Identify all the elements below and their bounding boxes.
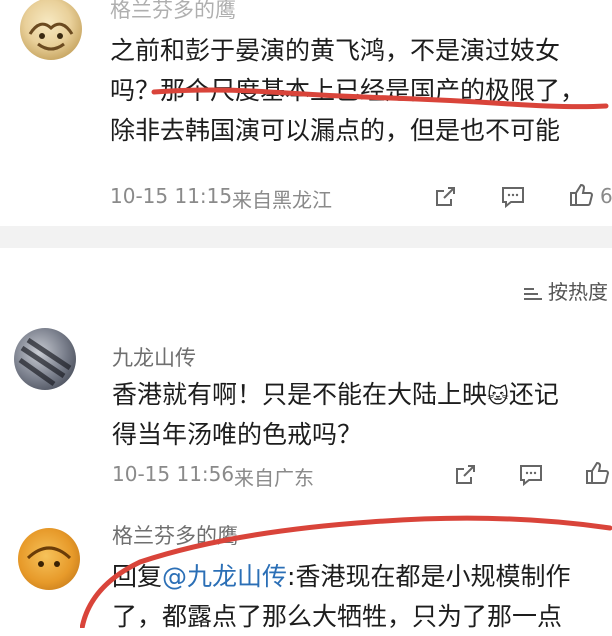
comment-text-line: 之前和彭于晏演的黄飞鸿，不是演过妓女 — [110, 36, 561, 65]
thumbs-up-icon[interactable] — [568, 182, 594, 208]
like-count: 6 — [600, 184, 612, 208]
section-divider — [0, 226, 612, 248]
comment-text-line: 回复@九龙山传:香港现在都是小规模制作 — [112, 558, 570, 596]
share-icon[interactable] — [432, 184, 458, 210]
avatar-art — [18, 337, 72, 387]
avatar[interactable] — [20, 0, 82, 60]
reply-prefix: 回复 — [112, 562, 163, 591]
sort-icon — [524, 287, 542, 300]
share-icon[interactable] — [452, 462, 478, 488]
mention-link[interactable]: @九龙山传 — [162, 562, 287, 591]
comment-text-segment: 还记 — [508, 380, 559, 409]
comment-location: 来自黑龙江 — [232, 188, 332, 212]
comment-text-line: 得当年汤唯的色戒吗？ — [112, 420, 363, 449]
comment-username[interactable]: 九龙山传 — [112, 342, 196, 372]
sort-label: 按热度 — [548, 280, 608, 304]
comment-icon[interactable] — [500, 184, 526, 210]
comment-time: 10-15 11:56 — [112, 462, 235, 486]
avatar-art — [26, 546, 72, 567]
comment-username[interactable]: 格兰芬多的鹰 — [110, 0, 236, 24]
sort-toggle[interactable]: 按热度 — [522, 276, 608, 305]
avatar[interactable] — [18, 528, 80, 590]
avatar-art — [28, 22, 74, 51]
comment-item: 九龙山传 香港就有啊！只是不能在大陆上映🐱还记 得当年汤唯的色戒吗？ 10-15… — [0, 320, 612, 500]
comment-username[interactable]: 格兰芬多的鹰 — [112, 520, 238, 550]
comment-text-line: 除非去韩国演可以漏点的，但是也不可能 — [110, 116, 561, 145]
comment-text-segment: 香港就有啊！只是不能在大陆上映 — [112, 380, 488, 409]
thumbs-up-icon[interactable] — [584, 460, 610, 486]
avatar[interactable] — [14, 328, 76, 390]
comment-location: 来自广东 — [234, 466, 314, 490]
cat-emoji: 🐱 — [487, 384, 509, 408]
comment-item: 格兰芬多的鹰 回复@九龙山传:香港现在都是小规模制作 了，都露点了那么大牺牲，只… — [0, 510, 612, 631]
comment-text-segment: :香港现在都是小规模制作 — [287, 562, 571, 591]
comment-text-line: 吗？那个尺度基本上已经是国产的极限了， — [110, 76, 586, 105]
comment-text-line: 香港就有啊！只是不能在大陆上映🐱还记 — [112, 376, 559, 415]
comment-icon[interactable] — [518, 462, 544, 488]
comment-time: 10-15 11:15 — [110, 184, 233, 208]
comment-item: 格兰芬多的鹰 之前和彭于晏演的黄飞鸿，不是演过妓女 吗？那个尺度基本上已经是国产… — [0, 0, 612, 226]
comment-text-line: 了，都露点了那么大牺牲，只为了那一点 — [112, 602, 563, 631]
